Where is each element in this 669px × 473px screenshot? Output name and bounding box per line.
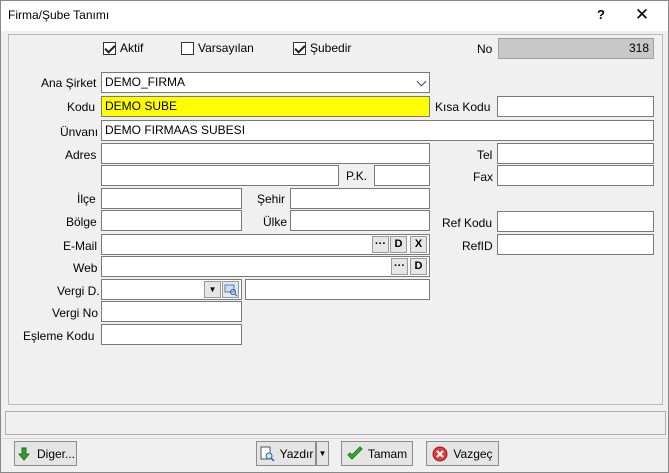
vergi-d-dropdown-icon[interactable]: ▼ — [204, 281, 221, 298]
refid-label: RefID — [462, 239, 493, 253]
checkbox-unchecked-icon — [181, 41, 194, 55]
yazdir-label: Yazdır — [279, 446, 314, 461]
adres-label: Adres — [65, 148, 97, 162]
unvani-field[interactable]: DEMO FIRMAAS SUBESI — [101, 120, 654, 141]
sehir-label: Şehir — [257, 192, 286, 206]
aktif-label: Aktif — [120, 41, 144, 55]
tamam-label: Tamam — [367, 446, 408, 461]
window-title: Firma/Şube Tanımı — [8, 8, 110, 22]
web-field[interactable] — [101, 256, 430, 277]
aktif-checkbox[interactable]: Aktif — [103, 41, 143, 55]
no-label: No — [477, 42, 493, 56]
yazdir-dropdown-button[interactable]: ▼ — [316, 441, 329, 466]
varsayilan-checkbox[interactable]: Varsayılan — [181, 41, 254, 55]
chevron-down-icon — [416, 76, 427, 87]
vergi-no-label: Vergi No — [52, 306, 99, 320]
dialog-window: Firma/Şube Tanımı ? ✕ Aktif Varsayılan Ş… — [0, 0, 669, 473]
diger-button[interactable]: Diger... — [14, 441, 77, 466]
ana-sirket-label: Ana Şirket — [41, 76, 97, 90]
tel-field[interactable] — [497, 143, 654, 164]
esleme-kodu-label: Eşleme Kodu — [23, 329, 95, 343]
email-x-button[interactable]: X — [410, 236, 427, 253]
divider — [1, 438, 668, 439]
vergi-d-lookup-icon[interactable] — [222, 281, 239, 298]
help-button[interactable]: ? — [590, 4, 612, 26]
ulke-field[interactable] — [290, 210, 430, 231]
status-bar — [5, 411, 666, 435]
email-d-button[interactable]: D — [390, 236, 407, 253]
checkbox-checked-icon — [103, 41, 116, 55]
refid-field[interactable] — [497, 234, 654, 255]
kisa-kodu-field[interactable] — [497, 96, 654, 117]
caret-down-icon: ▼ — [318, 449, 327, 458]
web-d-button[interactable]: D — [410, 258, 427, 275]
title-bar: Firma/Şube Tanımı ? ✕ — [1, 1, 668, 31]
vergi-no-field[interactable] — [101, 301, 242, 322]
tamam-button[interactable]: Tamam — [341, 441, 413, 466]
adres-line2-field[interactable] — [101, 165, 339, 186]
checkmark-icon — [347, 445, 363, 462]
email-label: E-Mail — [63, 239, 98, 253]
email-more-button[interactable]: ··· — [372, 236, 389, 253]
fax-label: Fax — [473, 170, 494, 184]
web-more-button[interactable]: ··· — [391, 258, 408, 275]
ilce-label: İlçe — [77, 192, 96, 206]
ana-sirket-value: DEMO_FIRMA — [105, 75, 186, 89]
fax-field[interactable] — [497, 165, 654, 186]
pk-field[interactable] — [374, 165, 430, 186]
kodu-label: Kodu — [67, 100, 96, 114]
ana-sirket-select[interactable]: DEMO_FIRMA — [101, 72, 430, 93]
varsayilan-label: Varsayılan — [198, 41, 254, 55]
subedir-label: Şubedir — [310, 41, 352, 55]
tel-label: Tel — [477, 148, 493, 162]
web-label: Web — [73, 261, 98, 275]
no-field: 318 — [498, 38, 654, 59]
vazgec-label: Vazgeç — [453, 446, 493, 461]
bolge-field[interactable] — [101, 210, 242, 231]
ulke-label: Ülke — [263, 215, 288, 229]
vergi-d-label: Vergi D. — [57, 284, 100, 298]
kisa-kodu-label: Kısa Kodu — [435, 100, 491, 114]
cancel-icon — [432, 446, 448, 462]
diger-label: Diger... — [36, 446, 75, 461]
checkbox-checked-icon — [293, 41, 306, 55]
vergi-d-name-field[interactable] — [245, 279, 430, 300]
print-preview-icon — [259, 446, 275, 462]
close-button[interactable]: ✕ — [631, 4, 653, 26]
vazgec-button[interactable]: Vazgeç — [426, 441, 499, 466]
unvani-label: Ünvanı — [60, 125, 99, 139]
pk-label: P.K. — [346, 169, 368, 183]
subedir-checkbox[interactable]: Şubedir — [293, 41, 351, 55]
ref-kodu-field[interactable] — [497, 211, 654, 232]
ilce-field[interactable] — [101, 188, 242, 209]
arrow-down-icon — [16, 446, 32, 462]
adres-line1-field[interactable] — [101, 143, 430, 164]
yazdir-button[interactable]: Yazdır — [256, 441, 316, 466]
bolge-label: Bölge — [66, 215, 97, 229]
kodu-field[interactable]: DEMO SUBE — [101, 96, 430, 117]
sehir-field[interactable] — [290, 188, 430, 209]
ref-kodu-label: Ref Kodu — [442, 216, 493, 230]
esleme-kodu-field[interactable] — [101, 324, 242, 345]
